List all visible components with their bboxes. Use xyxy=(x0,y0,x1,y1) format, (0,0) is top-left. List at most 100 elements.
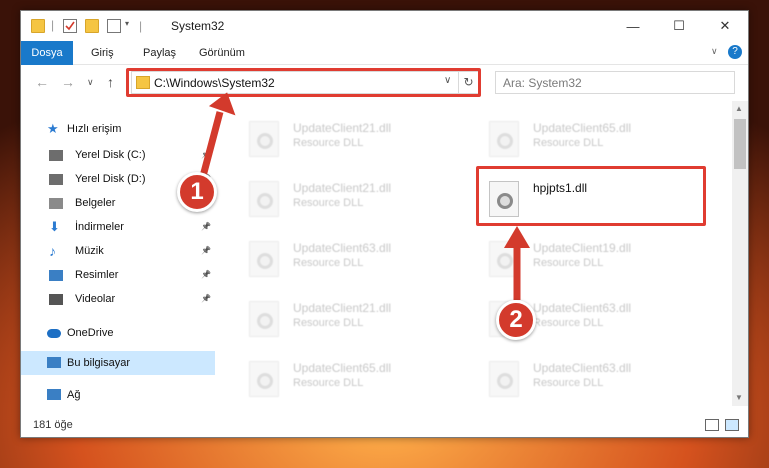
ribbon-tabs: Dosya Giriş Paylaş Görünüm ∨ ? xyxy=(21,41,748,65)
file-tile[interactable]: UpdateClient63.dll Resource DLL xyxy=(237,231,467,289)
nav-item-label: OneDrive xyxy=(67,327,114,339)
nav-item[interactable]: Yerel Disk (C:) 📌 xyxy=(21,143,215,167)
music-icon: ♪ xyxy=(49,243,56,259)
nav-item[interactable]: OneDrive xyxy=(21,321,215,345)
file-name: UpdateClient63.dll xyxy=(293,241,392,255)
nav-item-label: Ağ xyxy=(67,389,81,401)
file-type: Resource DLL xyxy=(293,257,364,269)
file-type: Resource DLL xyxy=(533,257,604,269)
forward-icon[interactable]: → xyxy=(61,74,75,90)
pin-icon[interactable]: 📌 xyxy=(201,215,211,239)
gear-icon xyxy=(257,133,273,149)
close-button[interactable]: ✕ xyxy=(702,11,748,41)
file-tile[interactable]: UpdateClient63.dll Resource DLL xyxy=(477,351,707,406)
file-tile[interactable]: UpdateClient65.dll Resource DLL xyxy=(237,351,467,406)
file-type: Resource DLL xyxy=(533,317,604,329)
window-title: System32 xyxy=(171,19,225,33)
view-toggle-icon[interactable] xyxy=(107,19,121,33)
separator: | xyxy=(51,18,55,32)
file-name: UpdateClient65.dll xyxy=(533,121,632,135)
download-icon: ⬇ xyxy=(49,219,60,234)
search-input[interactable]: Ara: System32 xyxy=(495,71,735,94)
file-highlight xyxy=(476,166,706,226)
computer-icon xyxy=(47,357,61,368)
file-name: UpdateClient21.dll xyxy=(293,301,392,315)
tab-file[interactable]: Dosya xyxy=(21,41,73,65)
file-type: Resource DLL xyxy=(293,377,364,389)
status-bar: 181 öğe xyxy=(21,414,748,437)
nav-item[interactable]: Resimler 📌 xyxy=(21,263,215,287)
file-name: UpdateClient21.dll xyxy=(293,181,392,195)
file-list: UpdateClient21.dll Resource DLL UpdateClie… xyxy=(227,101,735,406)
gear-icon xyxy=(257,193,273,209)
tab-view[interactable]: Görünüm xyxy=(189,41,255,65)
minimize-button[interactable]: — xyxy=(610,11,656,41)
file-name: UpdateClient63.dll xyxy=(533,301,632,315)
file-type: Resource DLL xyxy=(533,377,604,389)
gear-icon xyxy=(497,253,513,269)
chevron-down-icon[interactable]: ▾ xyxy=(125,19,129,28)
up-icon[interactable]: ↑ xyxy=(107,74,114,90)
nav-item-label: Yerel Disk (C:) xyxy=(75,149,146,161)
pin-icon[interactable]: 📌 xyxy=(201,263,211,287)
folder-icon xyxy=(31,19,45,33)
title-bar: | ▾ | System32 — ☐ ✕ xyxy=(21,11,748,41)
details-view-icon[interactable] xyxy=(705,419,719,431)
recent-locations-icon[interactable]: ∨ xyxy=(87,77,94,88)
help-icon[interactable]: ? xyxy=(728,45,742,59)
navigation-pane: ★ Hızlı erişim Yerel Disk (C:) 📌 Yerel Disk … xyxy=(21,101,215,406)
tiles-view-icon[interactable] xyxy=(725,419,739,431)
nav-item-label: Belgeler xyxy=(75,197,116,209)
file-tile[interactable]: UpdateClient21.dll Resource DLL xyxy=(237,171,467,229)
tab-share[interactable]: Paylaş xyxy=(133,41,186,65)
nav-item[interactable]: ★ Hızlı erişim xyxy=(21,117,215,141)
search-placeholder: Ara: System32 xyxy=(503,76,582,90)
ribbon-expand-icon[interactable]: ∨ xyxy=(711,46,718,57)
file-type: Resource DLL xyxy=(293,197,364,209)
nav-item-label: Yerel Disk (D:) xyxy=(75,173,146,185)
nav-item[interactable]: Bu bilgisayar xyxy=(21,351,215,375)
back-icon[interactable]: ← xyxy=(35,74,49,90)
network-icon xyxy=(47,389,61,400)
nav-item[interactable]: Videolar 📌 xyxy=(21,287,215,311)
documents-icon xyxy=(49,198,63,209)
cloud-icon xyxy=(47,329,61,338)
gear-icon xyxy=(257,313,273,329)
properties-icon[interactable] xyxy=(63,19,77,33)
pin-icon[interactable]: 📌 xyxy=(201,143,211,167)
file-name: UpdateClient63.dll xyxy=(533,361,632,375)
nav-item-label: Müzik xyxy=(75,245,104,257)
pin-icon[interactable]: 📌 xyxy=(201,239,211,263)
nav-item[interactable]: ⬇ İndirmeler 📌 xyxy=(21,215,215,239)
gear-icon xyxy=(497,373,513,389)
scroll-thumb[interactable] xyxy=(734,119,746,169)
nav-item-label: Hızlı erişim xyxy=(67,123,122,135)
nav-item[interactable]: Ağ xyxy=(21,383,215,407)
pictures-icon xyxy=(49,270,63,281)
pin-icon[interactable]: 📌 xyxy=(201,287,211,311)
star-icon: ★ xyxy=(47,121,59,136)
file-tile[interactable]: UpdateClient65.dll Resource DLL xyxy=(477,111,707,169)
nav-item-label: Videolar xyxy=(75,293,116,305)
file-tile[interactable]: UpdateClient19.dll Resource DLL xyxy=(477,231,707,289)
maximize-button[interactable]: ☐ xyxy=(656,11,702,41)
address-highlight xyxy=(126,68,481,97)
file-name: UpdateClient19.dll xyxy=(533,241,632,255)
step-badge-1: 1 xyxy=(177,172,217,212)
nav-item[interactable]: ♪ Müzik 📌 xyxy=(21,239,215,263)
file-tile[interactable]: UpdateClient21.dll Resource DLL xyxy=(237,111,467,169)
vertical-scrollbar[interactable]: ▲ ▼ xyxy=(732,101,748,406)
file-type: Resource DLL xyxy=(293,137,364,149)
new-folder-icon[interactable] xyxy=(85,19,99,33)
file-type: Resource DLL xyxy=(533,137,604,149)
drive-icon xyxy=(49,174,63,185)
step-badge-2: 2 xyxy=(496,300,536,340)
file-tile[interactable]: UpdateClient21.dll Resource DLL xyxy=(237,291,467,349)
tab-home[interactable]: Giriş xyxy=(81,41,124,65)
scroll-up-icon[interactable]: ▲ xyxy=(735,104,743,113)
videos-icon xyxy=(49,294,63,305)
nav-item-label: Bu bilgisayar xyxy=(67,357,130,369)
item-count: 181 öğe xyxy=(33,419,73,431)
file-name: UpdateClient21.dll xyxy=(293,121,392,135)
scroll-down-icon[interactable]: ▼ xyxy=(735,393,743,402)
